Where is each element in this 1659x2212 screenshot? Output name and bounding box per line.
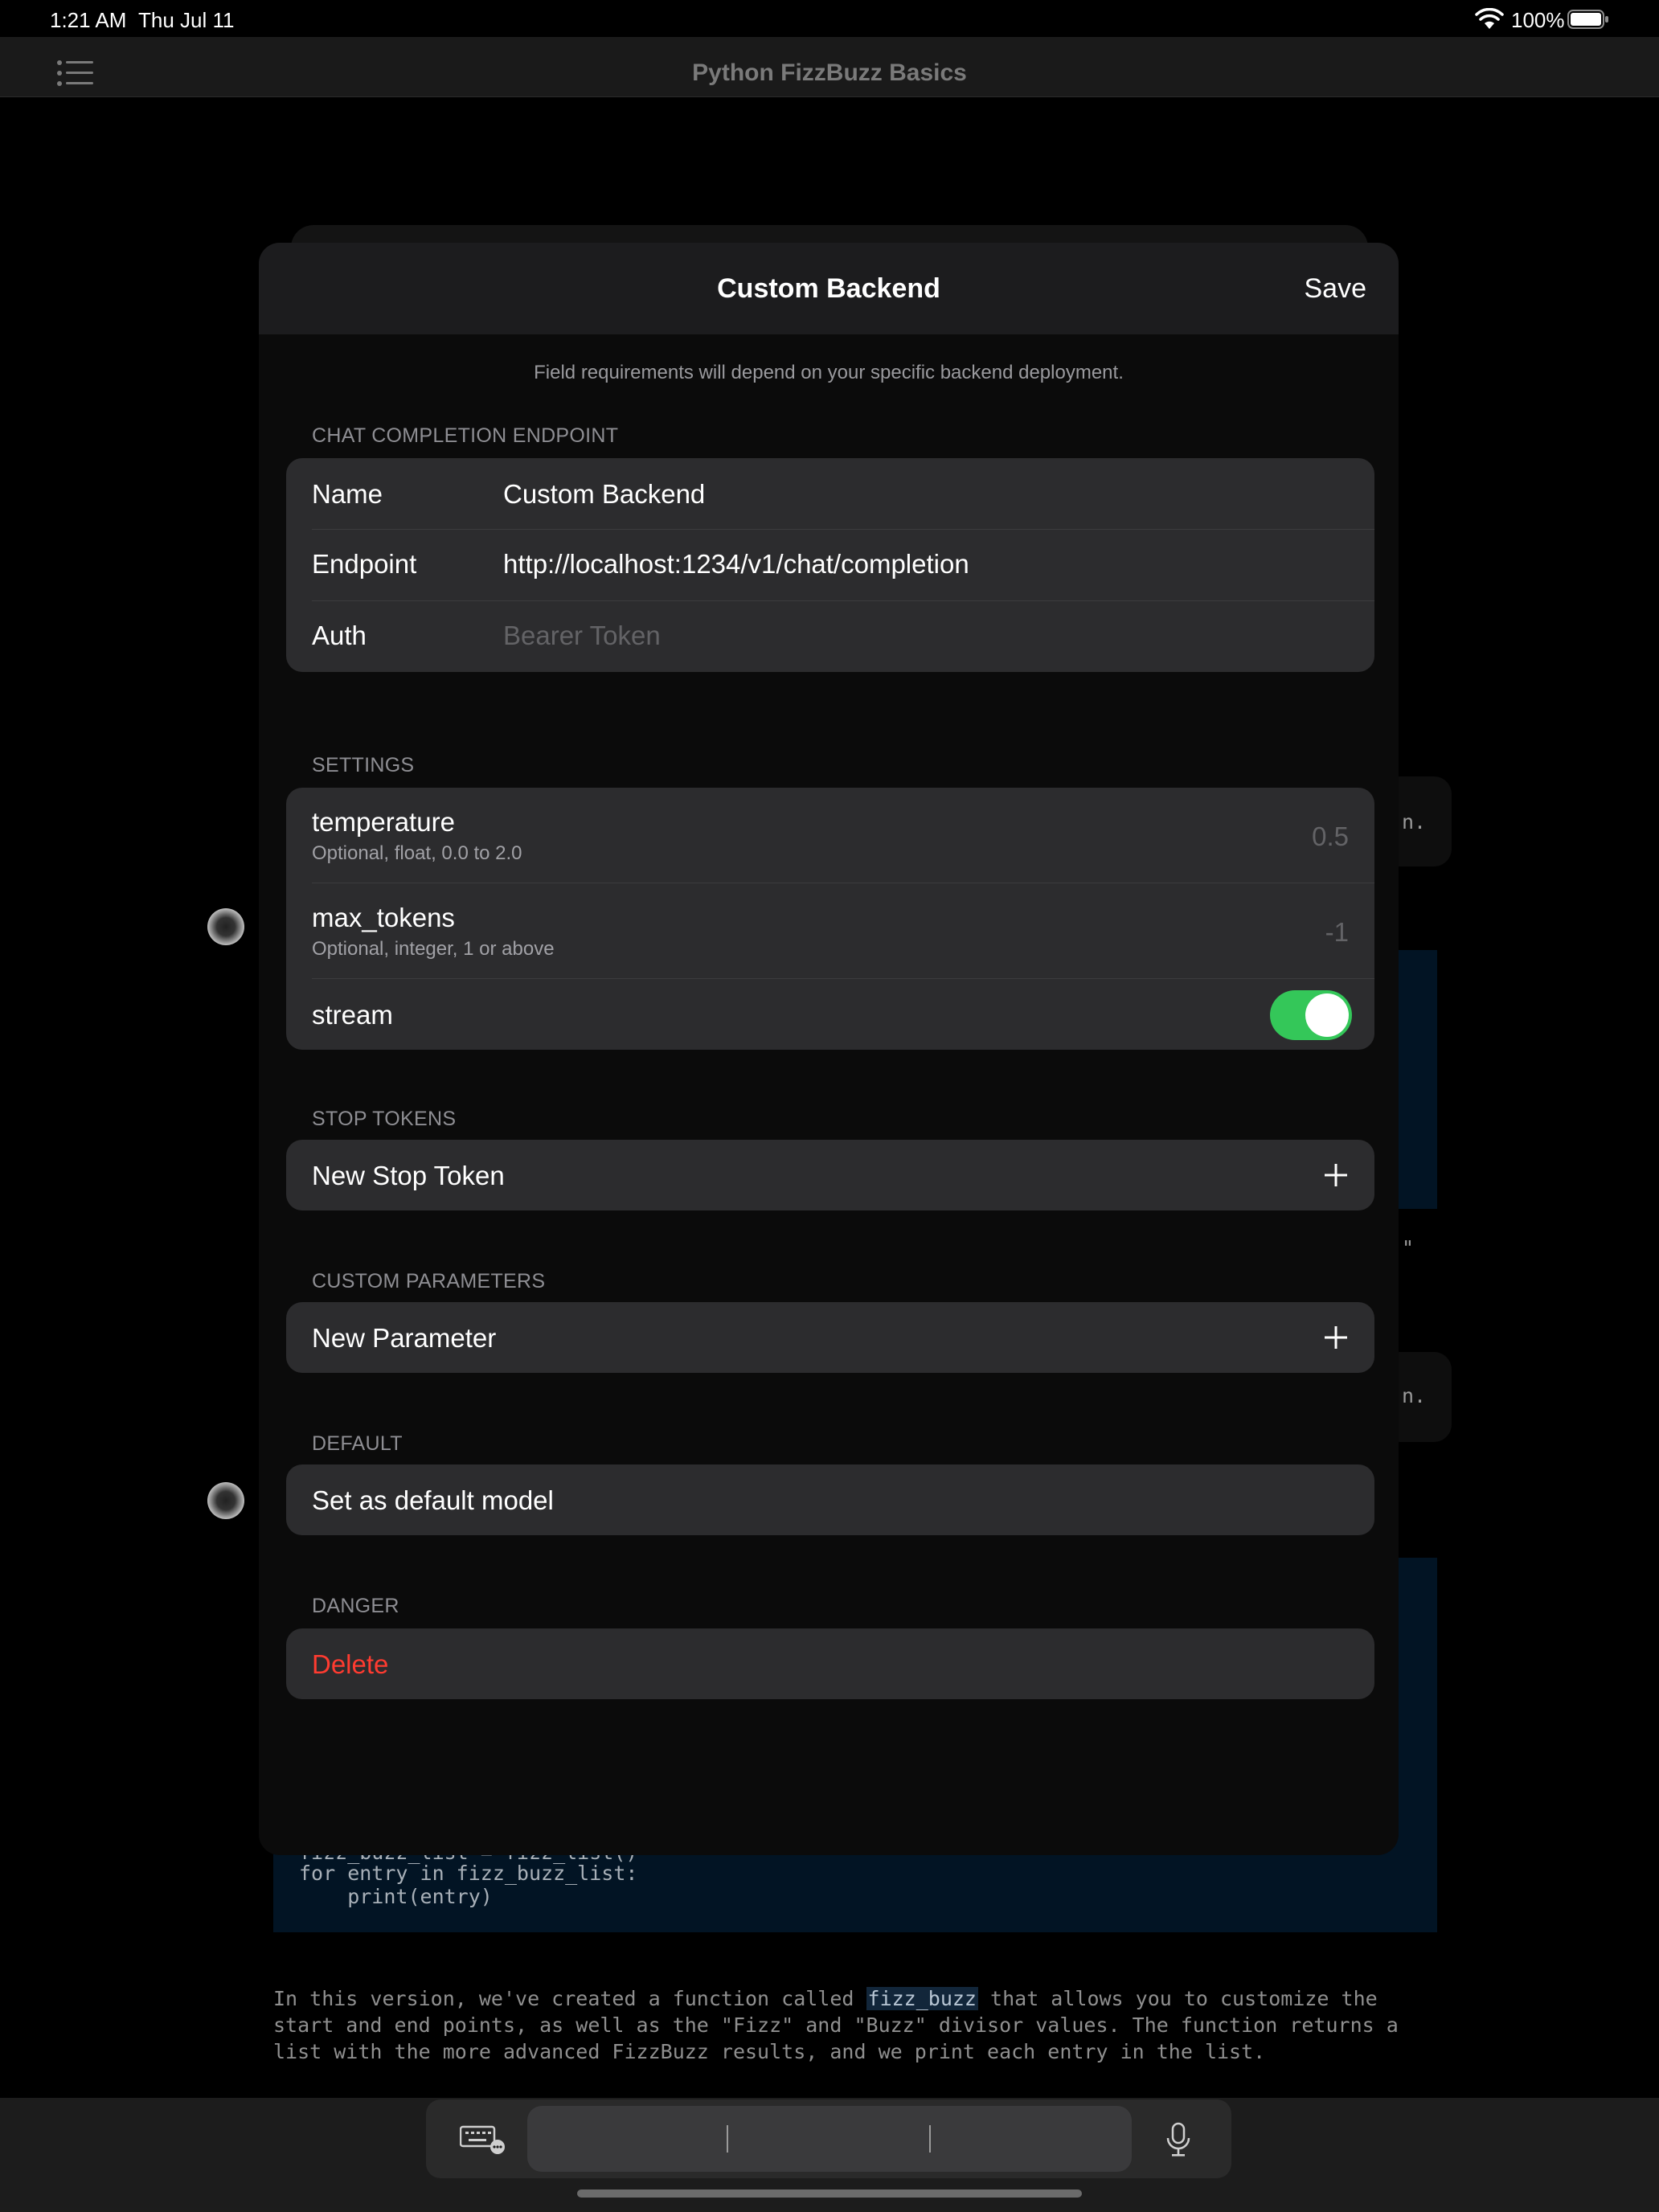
max-tokens-hint: Optional, integer, 1 or above — [312, 938, 555, 960]
save-button[interactable]: Save — [1305, 273, 1367, 305]
max-tokens-field[interactable]: -1 — [1325, 917, 1349, 948]
name-row[interactable]: Name Custom Backend — [286, 458, 1374, 529]
set-default-model-label: Set as default model — [312, 1485, 554, 1515]
avatar — [207, 1482, 244, 1519]
home-indicator[interactable] — [577, 2189, 1082, 2198]
message-text: n. — [1402, 810, 1427, 834]
stream-toggle[interactable] — [1270, 990, 1352, 1040]
endpoint-row[interactable]: Endpoint http://localhost:1234/v1/chat/c… — [286, 530, 1374, 600]
max-tokens-label: max_tokens — [312, 903, 455, 932]
temperature-hint: Optional, float, 0.0 to 2.0 — [312, 842, 522, 864]
auth-row[interactable]: Auth Bearer Token — [286, 601, 1374, 672]
plus-icon — [1325, 1326, 1347, 1349]
plus-icon — [1325, 1164, 1347, 1186]
section-header-endpoint: CHAT COMPLETION ENDPOINT — [312, 424, 619, 447]
message-input[interactable] — [527, 2106, 1132, 2172]
custom-backend-sheet: Custom Backend Save Field requirements w… — [259, 243, 1399, 1855]
message-text: n. — [1402, 1384, 1427, 1407]
text-cursor — [929, 2125, 931, 2153]
new-stop-token-label: New Stop Token — [312, 1161, 505, 1190]
keyboard-icon[interactable] — [460, 2125, 506, 2154]
code-line: for entry in fizz_buzz_list: — [299, 1862, 638, 1885]
set-default-model-button[interactable]: Set as default model — [286, 1464, 1374, 1535]
battery-percentage: 100% — [1511, 8, 1565, 32]
endpoint-label: Endpoint — [312, 549, 417, 579]
section-header-settings: SETTINGS — [312, 754, 415, 776]
custom-parameters-group: New Parameter — [286, 1302, 1374, 1373]
new-parameter-label: New Parameter — [312, 1323, 497, 1353]
avatar — [207, 908, 244, 945]
paragraph-text: In this version, we've created a functio… — [273, 1987, 866, 2010]
toggle-knob — [1305, 993, 1349, 1037]
wifi-icon — [1475, 8, 1504, 29]
name-label: Name — [312, 479, 383, 509]
page-title: Python FizzBuzz Basics — [692, 59, 967, 86]
stream-label: stream — [312, 1000, 393, 1030]
section-header-stop-tokens: STOP TOKENS — [312, 1108, 457, 1130]
settings-group: temperature Optional, float, 0.0 to 2.0 … — [286, 788, 1374, 1050]
inline-code: fizz_buzz — [866, 1987, 978, 2010]
field-requirements-hint: Field requirements will depend on your s… — [534, 362, 1124, 383]
danger-group: Delete — [286, 1628, 1374, 1699]
auth-label: Auth — [312, 621, 367, 650]
max-tokens-row[interactable]: max_tokens Optional, integer, 1 or above… — [286, 883, 1374, 978]
temperature-label: temperature — [312, 807, 455, 837]
temperature-row[interactable]: temperature Optional, float, 0.0 to 2.0 … — [286, 788, 1374, 883]
code-line: print(entry) — [299, 1885, 493, 1908]
delete-label: Delete — [312, 1649, 389, 1679]
endpoint-group: Name Custom Backend Endpoint http://loca… — [286, 458, 1374, 672]
status-time: 1:21 AM — [50, 8, 127, 32]
temperature-field[interactable]: 0.5 — [1312, 821, 1349, 852]
section-header-custom-parameters: CUSTOM PARAMETERS — [312, 1270, 546, 1292]
section-header-default: DEFAULT — [312, 1432, 403, 1455]
name-field[interactable]: Custom Backend — [503, 479, 705, 510]
default-group: Set as default model — [286, 1464, 1374, 1535]
text-cursor — [727, 2125, 728, 2153]
new-parameter-button[interactable]: New Parameter — [286, 1302, 1374, 1373]
section-header-danger: DANGER — [312, 1595, 399, 1617]
delete-button[interactable]: Delete — [286, 1628, 1374, 1699]
sheet-title: Custom Backend — [717, 273, 940, 304]
auth-field[interactable]: Bearer Token — [503, 621, 661, 651]
mic-icon[interactable] — [1164, 2122, 1193, 2157]
message-text: " — [1402, 1236, 1415, 1260]
status-date: Thu Jul 11 — [138, 8, 235, 32]
new-stop-token-button[interactable]: New Stop Token — [286, 1140, 1374, 1210]
stream-row: stream — [286, 979, 1374, 1050]
endpoint-field[interactable]: http://localhost:1234/v1/chat/completion — [503, 549, 969, 580]
battery-icon — [1567, 10, 1608, 29]
stop-tokens-group: New Stop Token — [286, 1140, 1374, 1210]
message-paragraph: In this version, we've created a functio… — [273, 1985, 1431, 2065]
